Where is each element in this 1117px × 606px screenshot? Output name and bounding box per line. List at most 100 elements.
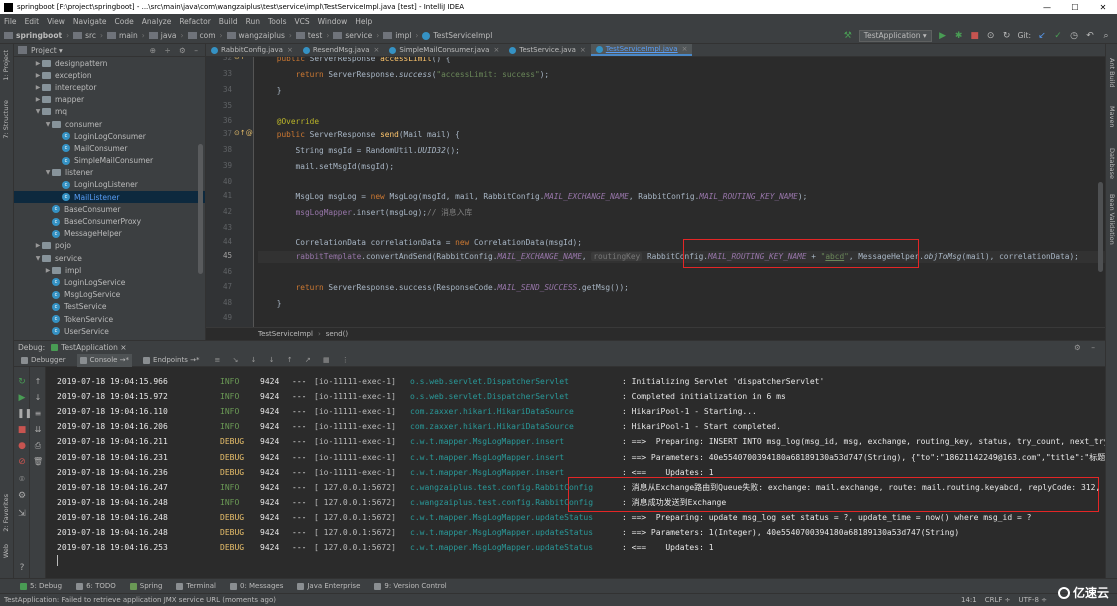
editor-tab[interactable]: TestService.java × — [504, 44, 590, 56]
clear-icon[interactable]: 🗑 — [33, 457, 43, 467]
editor-breadcrumb-method[interactable]: send() — [326, 330, 348, 338]
mute-breakpoints-icon[interactable]: ⊘ — [17, 457, 27, 467]
menu-file[interactable]: File — [4, 17, 17, 26]
maximize-button[interactable]: ☐ — [1061, 3, 1089, 12]
tree-node[interactable]: ▶ interceptor — [14, 81, 205, 93]
stop-icon[interactable]: ■ — [970, 31, 980, 41]
tab-endpoints[interactable]: Endpoints →* — [140, 354, 202, 367]
code-area[interactable]: public ServerResponse accessLimit() { re… — [258, 57, 1105, 327]
tree-node[interactable]: c LoginLogConsumer — [14, 130, 205, 142]
menu-tools[interactable]: Tools — [268, 17, 286, 26]
web-tool-tab[interactable]: Web — [2, 544, 10, 558]
code-editor[interactable]: 32333435363738394041424344454647484950⊙↑… — [206, 57, 1105, 327]
resume-icon[interactable]: ▶ — [17, 393, 27, 403]
breadcrumb-com[interactable]: com — [187, 31, 216, 40]
collapsed-arrow-icon[interactable]: ▶ — [44, 267, 52, 274]
menu-vcs[interactable]: VCS — [294, 17, 309, 26]
caret-position[interactable]: 14:1 — [961, 596, 977, 604]
pin-icon[interactable]: ⇲ — [17, 509, 27, 519]
menu-run[interactable]: Run — [246, 17, 260, 26]
tree-node[interactable]: c MailListener — [14, 191, 205, 204]
run-icon[interactable]: ▶ — [938, 31, 948, 41]
editor-tab[interactable]: SimpleMailConsumer.java × — [384, 44, 504, 56]
breadcrumb-main[interactable]: main — [107, 31, 138, 40]
collapsed-arrow-icon[interactable]: ▶ — [34, 96, 42, 103]
menu-refactor[interactable]: Refactor — [179, 17, 210, 26]
breakpoints-icon[interactable]: ● — [17, 441, 27, 451]
tree-node[interactable]: c BaseConsumer — [14, 203, 205, 215]
breadcrumb-test[interactable]: test — [295, 31, 322, 40]
tab-console[interactable]: Console →* — [76, 353, 133, 367]
git-update-icon[interactable]: ↙ — [1037, 31, 1047, 41]
collapsed-arrow-icon[interactable]: ▶ — [34, 72, 42, 79]
override-icon[interactable]: ⊙↑@ — [234, 129, 253, 137]
tab-debugger[interactable]: Debugger — [18, 354, 69, 367]
tree-node[interactable]: ▶ designpattern — [14, 57, 205, 69]
menu-build[interactable]: Build — [219, 17, 238, 26]
expanded-arrow-icon[interactable]: ▼ — [34, 255, 42, 262]
close-tab-icon[interactable]: × — [493, 46, 499, 54]
print-icon[interactable]: ⎙ — [33, 441, 43, 451]
bottom-tab-messages[interactable]: 0: Messages — [229, 582, 283, 590]
close-tab-icon[interactable]: × — [580, 46, 586, 54]
collapsed-arrow-icon[interactable]: ▶ — [34, 60, 42, 67]
tree-node[interactable]: c LoginLogListener — [14, 179, 205, 191]
debug-panel-actions[interactable]: ⚙ – — [1074, 343, 1099, 352]
help-icon[interactable]: ? — [17, 563, 27, 573]
tree-node[interactable]: ▼ service — [14, 252, 205, 264]
line-separator[interactable]: CRLF ÷ — [985, 596, 1011, 604]
breadcrumb-impl[interactable]: impl — [383, 31, 411, 40]
down-icon[interactable]: ↓ — [33, 393, 43, 403]
history-icon[interactable]: ◷ — [1069, 31, 1079, 41]
menu-window[interactable]: Window — [318, 17, 348, 26]
tree-node[interactable]: c MsgLogService — [14, 289, 205, 301]
tree-node[interactable]: c UserService — [14, 325, 205, 337]
breadcrumb-src[interactable]: src — [73, 31, 96, 40]
bottom-tab-spring[interactable]: Spring — [129, 582, 162, 590]
tree-node[interactable]: c MailConsumer — [14, 142, 205, 154]
minimize-button[interactable]: — — [1033, 3, 1061, 12]
camera-icon[interactable]: ⌾ — [17, 475, 27, 485]
settings-icon[interactable]: ⚙ — [17, 491, 27, 501]
breadcrumb-service[interactable]: service — [333, 31, 372, 40]
tree-node[interactable]: c TokenService — [14, 313, 205, 325]
close-button[interactable]: ✕ — [1089, 3, 1117, 12]
tree-node[interactable]: c SimpleMailConsumer — [14, 155, 205, 167]
editor-tab[interactable]: TestServiceImpl.java × — [590, 44, 693, 56]
menu-edit[interactable]: Edit — [25, 17, 40, 26]
bottom-tab-todo[interactable]: 6: TODO — [76, 582, 116, 590]
tree-node[interactable]: ▶ impl — [14, 264, 205, 276]
up-icon[interactable]: ↑ — [33, 377, 43, 387]
database-tool-tab[interactable]: Database — [1108, 148, 1116, 179]
search-icon[interactable]: ⌕ — [1101, 31, 1111, 41]
expanded-arrow-icon[interactable]: ▼ — [44, 169, 52, 176]
menu-analyze[interactable]: Analyze — [142, 17, 172, 26]
favorites-tool-tab[interactable]: 2: Favorites — [2, 494, 10, 532]
menu-navigate[interactable]: Navigate — [73, 17, 107, 26]
override-icon[interactable]: ⊙↑ — [234, 57, 246, 61]
soft-wrap-icon[interactable]: ≡ — [33, 409, 43, 419]
tree-node[interactable]: c BaseConsumerProxy — [14, 215, 205, 227]
menu-code[interactable]: Code — [115, 17, 134, 26]
tree-node[interactable]: ▶ pojo — [14, 240, 205, 252]
editor-breadcrumb-class[interactable]: TestServiceImpl — [258, 330, 313, 338]
stop-icon[interactable]: ■ — [17, 425, 27, 435]
close-tab-icon[interactable]: × — [682, 45, 688, 53]
ant-build-tool-tab[interactable]: Ant Build — [1108, 58, 1116, 88]
structure-tool-tab[interactable]: 7: Structure — [2, 100, 10, 139]
breadcrumb-java[interactable]: java — [148, 31, 177, 40]
debug-session-tab[interactable]: TestApplication × — [51, 343, 127, 352]
breadcrumb-springboot[interactable]: springboot — [4, 31, 62, 40]
bottom-tab-terminal[interactable]: Terminal — [176, 582, 216, 590]
scroll-to-end-icon[interactable]: ⇊ — [33, 425, 43, 435]
update-icon[interactable]: ↻ — [1002, 31, 1012, 41]
tree-node[interactable]: c LoginLogService — [14, 276, 205, 288]
coverage-icon[interactable]: ⊙ — [986, 31, 996, 41]
breadcrumb-testserviceimpl[interactable]: TestServiceImpl — [422, 31, 492, 40]
tree-node[interactable]: ▼ mq — [14, 106, 205, 118]
editor-scrollbar[interactable] — [1098, 182, 1103, 272]
tree-node[interactable]: ▼ consumer — [14, 118, 205, 130]
revert-icon[interactable]: ↶ — [1085, 31, 1095, 41]
status-message[interactable]: TestApplication: Failed to retrieve appl… — [4, 596, 276, 604]
pause-icon[interactable]: ❚❚ — [17, 409, 32, 419]
